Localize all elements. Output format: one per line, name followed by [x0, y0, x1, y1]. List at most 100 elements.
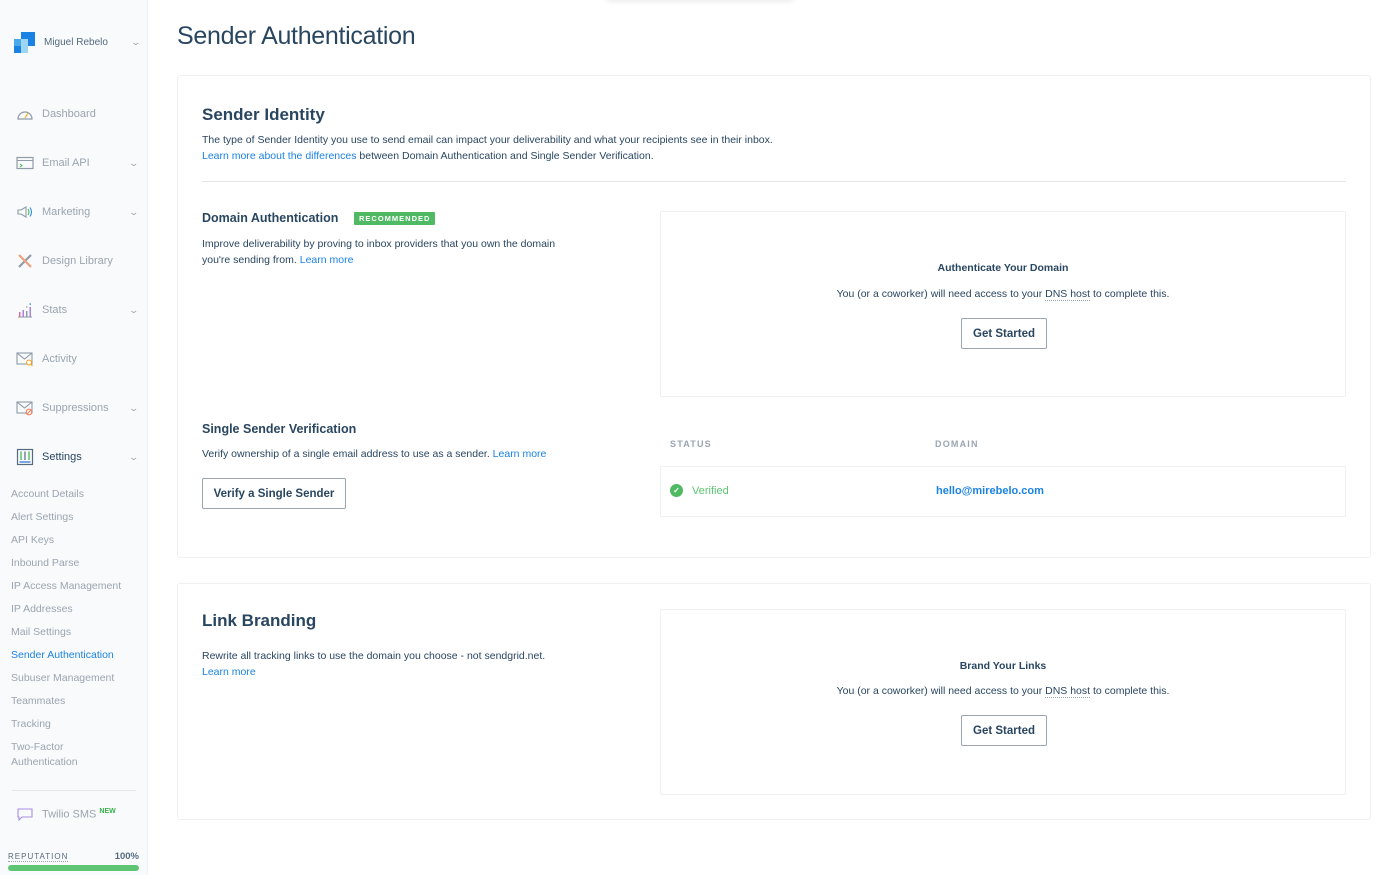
account-name: Miguel Rebelo — [44, 36, 108, 48]
desc-prefix: You (or a coworker) will need access to … — [836, 685, 1046, 697]
reputation-value: 100% — [114, 851, 139, 862]
chevron-down-icon: ⌄ — [128, 304, 140, 315]
sender-identity-description-text: The type of Sender Identity you use to s… — [202, 134, 773, 146]
sidebar-item-label: Activity — [42, 353, 77, 365]
sidebar-divider — [12, 790, 136, 791]
settings-item-mail-settings[interactable]: Mail Settings — [11, 625, 71, 640]
reputation-label[interactable]: REPUTATION — [8, 852, 69, 862]
new-badge: NEW — [99, 807, 116, 815]
sidebar-item-stats[interactable]: Stats ⌄ — [16, 299, 142, 321]
settings-item-inbound-parse[interactable]: Inbound Parse — [11, 556, 79, 571]
settings-item-teammates[interactable]: Teammates — [11, 694, 65, 709]
domain-authentication-title: Domain Authentication — [202, 211, 339, 225]
verify-single-sender-button[interactable]: Verify a Single Sender — [202, 478, 346, 509]
design-tools-icon — [16, 252, 34, 270]
sidebar-item-dashboard[interactable]: Dashboard — [16, 103, 142, 125]
domain-auth-learn-more-link[interactable]: Learn more — [300, 254, 354, 266]
reputation-bar-fill — [8, 865, 139, 871]
settings-item-ip-access-management[interactable]: IP Access Management — [11, 579, 121, 594]
settings-item-subuser-management[interactable]: Subuser Management — [11, 671, 114, 686]
single-sender-description: Verify ownership of a single email addre… — [202, 446, 642, 462]
status-verified: Verified — [692, 484, 729, 497]
settings-item-tracking[interactable]: Tracking — [11, 717, 51, 732]
settings-item-alert-settings[interactable]: Alert Settings — [11, 510, 73, 525]
chevron-down-icon: ⌄ — [128, 157, 140, 168]
single-sender-learn-more-link[interactable]: Learn more — [493, 448, 547, 460]
brand-links-description: You (or a coworker) will need access to … — [661, 685, 1345, 698]
chevron-down-icon: ⌄ — [128, 451, 140, 462]
status-cell: ✓ Verified — [670, 484, 729, 497]
dns-host-term[interactable]: DNS host — [1045, 685, 1091, 698]
bar-chart-icon — [16, 301, 34, 319]
sidebar-item-label: Settings — [42, 451, 82, 463]
authenticate-domain-panel: Authenticate Your Domain You (or a cowor… — [660, 211, 1346, 397]
desc-suffix: to complete this. — [1090, 288, 1170, 300]
sidebar-item-label: Email API — [42, 157, 90, 169]
chevron-down-icon: ⌄ — [130, 36, 142, 47]
sidebar-item-email-api[interactable]: Email API ⌄ — [16, 152, 142, 174]
column-header-status: STATUS — [670, 439, 712, 449]
dashboard-gauge-icon — [16, 105, 34, 123]
settings-item-account-details[interactable]: Account Details — [11, 487, 84, 502]
sidebar-item-design-library[interactable]: Design Library — [16, 250, 142, 272]
sidebar-item-label: Marketing — [42, 206, 91, 218]
settings-item-two-factor-authentication[interactable]: Two-Factor Authentication — [11, 740, 101, 770]
single-sender-desc-text: Verify ownership of a single email addre… — [202, 448, 493, 460]
sidebar-item-label: Dashboard — [42, 108, 96, 120]
sidebar-item-twilio-sms[interactable]: Twilio SMS NEW — [16, 803, 142, 825]
sender-identity-description: The type of Sender Identity you use to s… — [202, 132, 1102, 164]
sidebar-item-label: Twilio SMS NEW — [42, 808, 142, 821]
dns-host-term[interactable]: DNS host — [1045, 288, 1091, 301]
sidebar-item-marketing[interactable]: Marketing ⌄ — [16, 201, 142, 223]
desc-suffix: to complete this. — [1090, 685, 1170, 697]
column-header-domain: DOMAIN — [935, 439, 979, 449]
link-branding-description: Rewrite all tracking links to use the do… — [202, 648, 622, 680]
brand-links-title: Brand Your Links — [959, 660, 1047, 672]
sender-email-link[interactable]: hello@mirebelo.com — [936, 485, 1044, 497]
link-branding-desc-text: Rewrite all tracking links to use the do… — [202, 650, 546, 662]
settings-item-sender-authentication[interactable]: Sender Authentication — [11, 648, 114, 663]
sender-identity-card: Sender Identity The type of Sender Ident… — [177, 75, 1371, 558]
page-title: Sender Authentication — [177, 22, 416, 50]
sliders-icon — [16, 448, 34, 466]
learn-more-suffix: between Domain Authentication and Single… — [356, 150, 654, 162]
link-branding-card: Link Branding Rewrite all tracking links… — [177, 583, 1371, 820]
email-api-terminal-icon — [16, 154, 34, 172]
link-branding-title: Link Branding — [202, 611, 317, 630]
chevron-down-icon: ⌄ — [128, 206, 140, 217]
envelope-search-icon — [16, 350, 34, 368]
megaphone-icon — [16, 203, 34, 221]
learn-more-differences-link[interactable]: Learn more about the differences — [202, 150, 357, 162]
authenticate-domain-title: Authenticate Your Domain — [937, 262, 1069, 274]
sidebar: Miguel Rebelo ⌄ Dashboard Email API ⌄ Ma… — [0, 0, 148, 875]
authenticate-domain-description: You (or a coworker) will need access to … — [661, 288, 1345, 301]
link-branding-learn-more-link[interactable]: Learn more — [202, 666, 256, 678]
sender-identity-title: Sender Identity — [202, 105, 325, 124]
chevron-down-icon: ⌄ — [128, 402, 140, 413]
domain-get-started-button[interactable]: Get Started — [961, 318, 1047, 349]
domain-authentication-description: Improve deliverability by proving to inb… — [202, 236, 572, 268]
sidebar-item-settings[interactable]: Settings ⌄ — [16, 446, 142, 468]
section-divider — [202, 181, 1346, 182]
desc-prefix: You (or a coworker) will need access to … — [836, 288, 1046, 300]
check-circle-icon: ✓ — [670, 484, 683, 497]
sidebar-item-activity[interactable]: Activity — [16, 348, 142, 370]
sidebar-item-label: Suppressions — [42, 402, 109, 414]
sidebar-item-suppressions[interactable]: Suppressions ⌄ — [16, 397, 142, 419]
sendgrid-logo-icon — [14, 31, 35, 53]
settings-item-api-keys[interactable]: API Keys — [11, 533, 54, 548]
table-row: ✓ Verified hello@mirebelo.com — [660, 466, 1346, 517]
brand-links-panel: Brand Your Links You (or a coworker) wil… — [660, 609, 1346, 795]
chat-bubble-icon — [16, 805, 34, 823]
sidebar-item-label: Design Library — [42, 255, 113, 267]
settings-item-ip-addresses[interactable]: IP Addresses — [11, 602, 73, 617]
envelope-blocked-icon — [16, 399, 34, 417]
link-branding-get-started-button[interactable]: Get Started — [961, 715, 1047, 746]
reputation-bar — [8, 865, 139, 871]
sidebar-item-label: Stats — [42, 304, 68, 316]
reputation-meter: REPUTATION 100% — [8, 851, 139, 871]
domain-auth-desc-text: Improve deliverability by proving to inb… — [202, 238, 556, 266]
account-switcher[interactable]: Miguel Rebelo ⌄ — [14, 30, 142, 54]
recommended-badge: RECOMMENDED — [354, 212, 436, 225]
single-sender-title: Single Sender Verification — [202, 422, 357, 436]
